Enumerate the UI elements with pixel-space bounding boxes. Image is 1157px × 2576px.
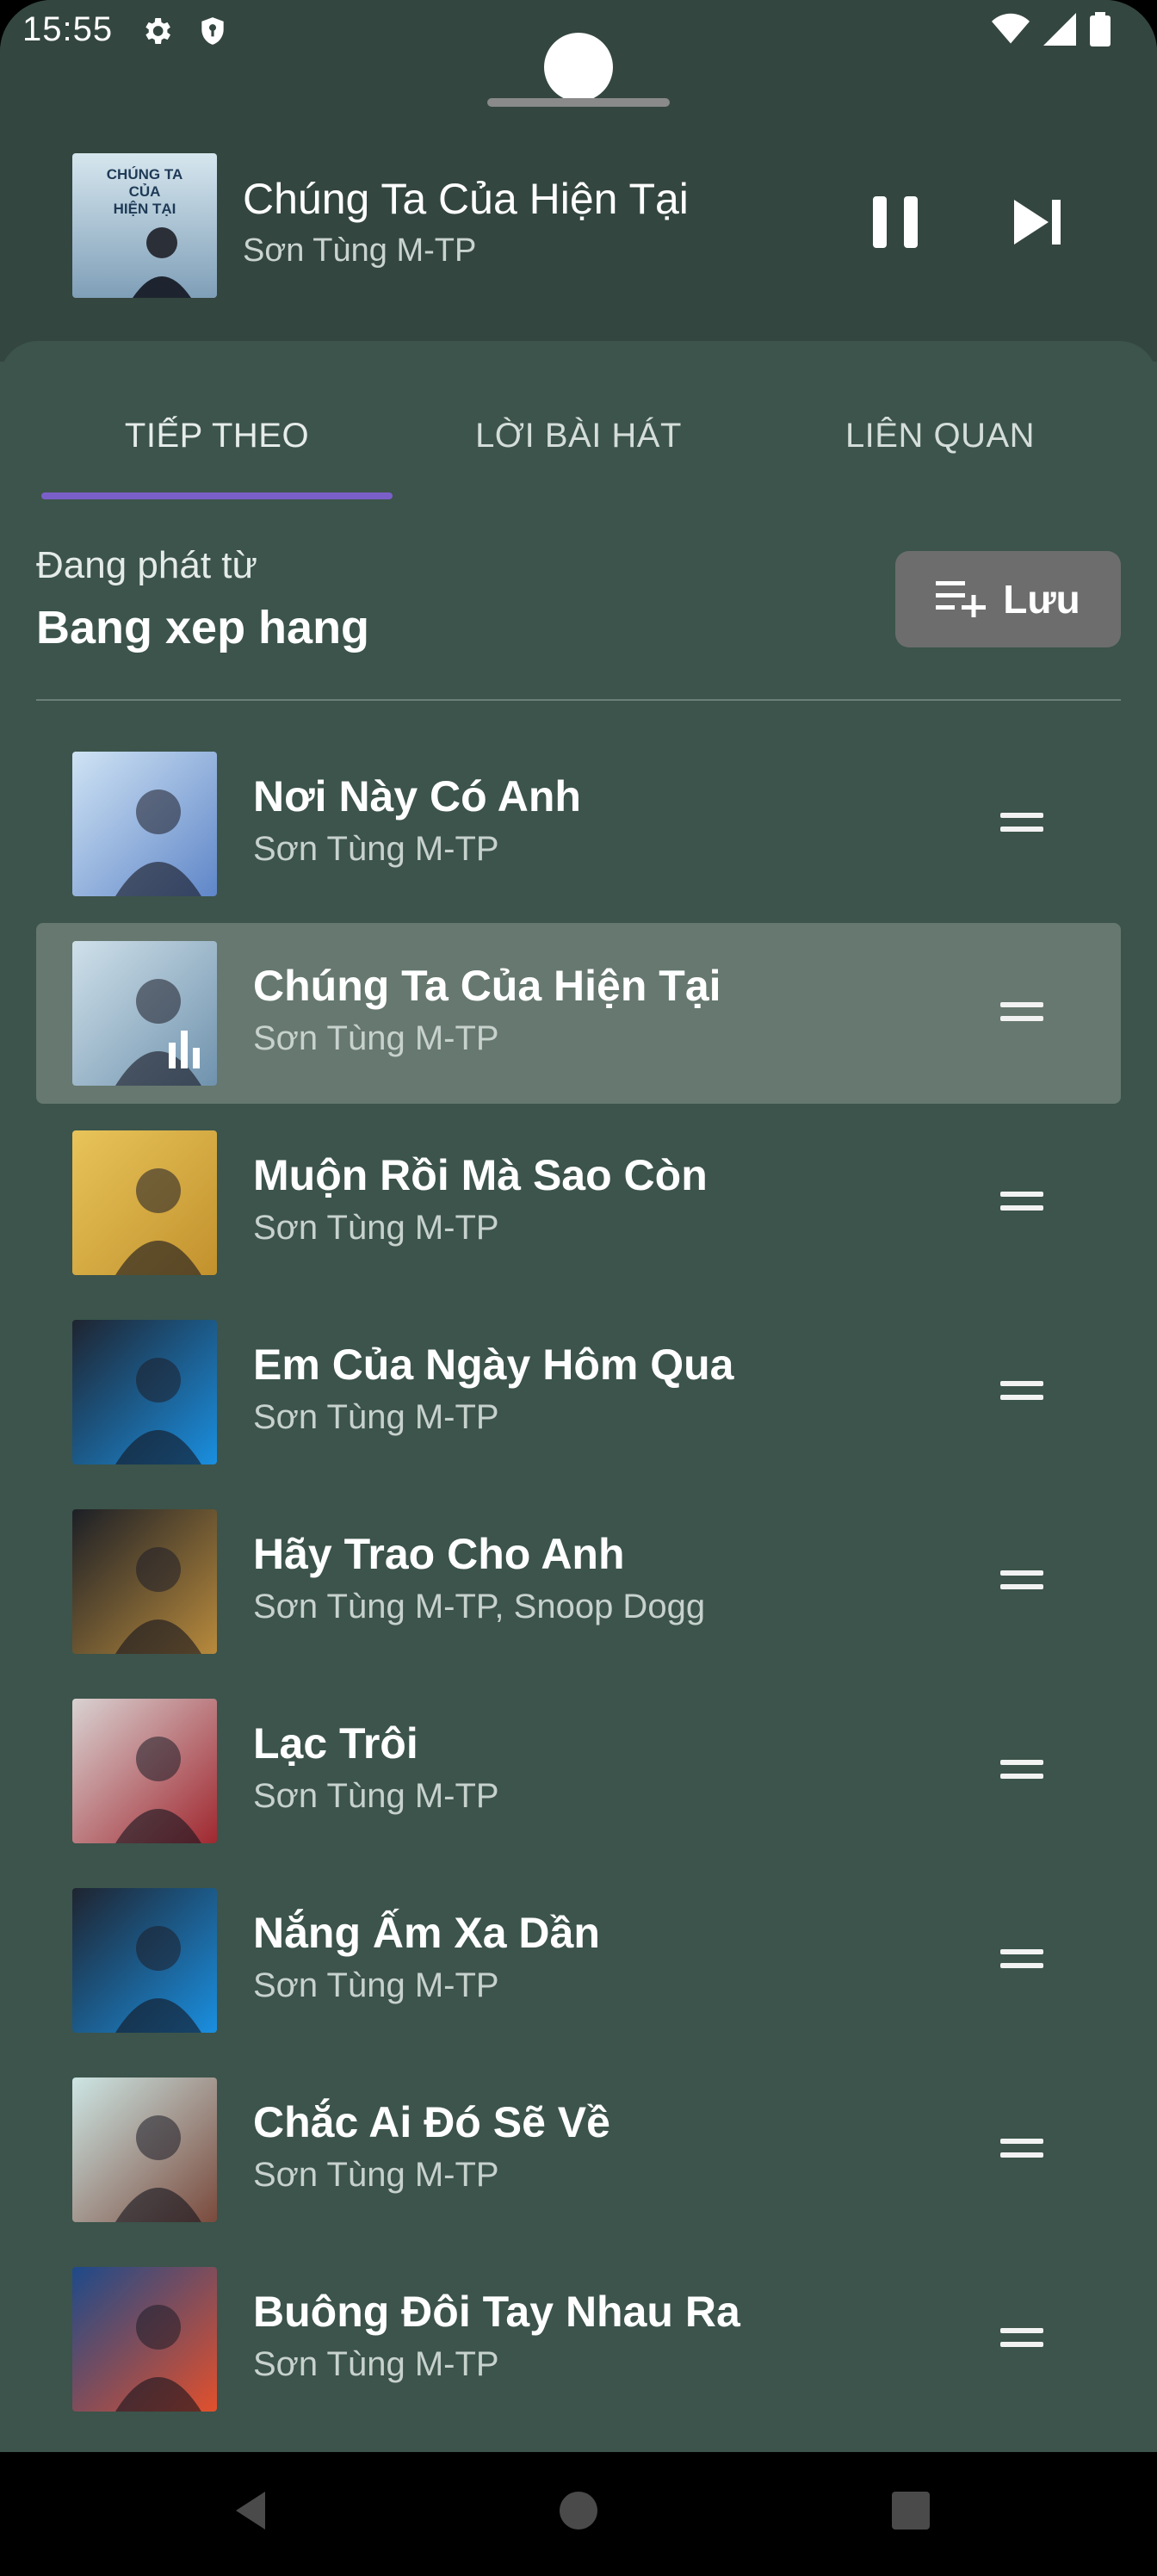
drag-handle-icon[interactable] [1000,1942,1049,1977]
album-art [72,1130,217,1275]
mini-player-title: Chúng Ta Của Hiện Tại [243,175,689,223]
song-title: Nắng Ấm Xa Dần [253,1909,600,1957]
save-label: Lưu [1003,577,1080,622]
drag-handle-icon[interactable] [1000,995,1049,1030]
tab-indicator [41,492,393,499]
song-artist: Sơn Tùng M-TP, Snoop Dogg [253,1588,706,1625]
tab-up-next-label: TIẾP THEO [124,417,310,455]
settings-icon [139,14,174,53]
queue-item[interactable]: Hãy Trao Cho Anh Sơn Tùng M-TP, Snoop Dog… [36,1491,1121,1672]
song-title: Lạc Trôi [253,1719,418,1768]
album-art [72,1888,217,2033]
screen: 15:55 CHÚNG TA CỦA HIỆN TẠI Chúng Ta Của… [0,0,1157,2576]
battery-icon [1090,12,1111,51]
drag-handle-icon[interactable] [1000,1374,1049,1409]
queue-item[interactable]: Muộn Rồi Mà Sao Còn Sơn Tùng M-TP [36,1112,1121,1293]
song-artist: Sơn Tùng M-TP [253,1966,499,2004]
home-icon [558,2490,599,2536]
drag-handle-icon[interactable] [1000,1564,1049,1598]
home-button[interactable] [544,2478,613,2547]
back-icon [231,2490,272,2536]
queue-item[interactable]: Nắng Ấm Xa Dần Sơn Tùng M-TP [36,1870,1121,2051]
svg-text:HIỆN TẠI: HIỆN TẠI [114,201,176,217]
tab-lyrics[interactable]: LỜI BÀI HÁT [398,393,759,479]
save-queue-button[interactable]: Lưu [895,551,1121,647]
song-artist: Sơn Tùng M-TP [253,1777,499,1815]
queue-item[interactable]: Buông Đôi Tay Nhau Ra Sơn Tùng M-TP [36,2249,1121,2430]
song-title: Hãy Trao Cho Anh [253,1530,625,1578]
drag-handle-icon[interactable] [1000,1753,1049,1787]
mini-player-artist: Sơn Tùng M-TP [243,232,477,269]
playlist-add-icon [936,578,987,622]
album-art [72,1509,217,1654]
status-time: 15:55 [22,10,114,48]
queue-item[interactable]: Nơi Này Có Anh Sơn Tùng M-TP [36,734,1121,914]
album-art [72,2267,217,2412]
album-art [72,2078,217,2222]
signal-icon [1043,12,1076,51]
back-button[interactable] [217,2478,286,2547]
svg-text:CỦA: CỦA [129,183,161,200]
album-art [72,752,217,896]
tab-up-next[interactable]: TIẾP THEO [36,393,398,479]
mini-player[interactable]: CHÚNG TA CỦA HIỆN TẠI Chúng Ta Của Hiện … [0,146,1157,310]
camera-cutout [544,33,613,102]
skip-next-button[interactable] [1004,189,1073,258]
song-title: Nơi Này Có Anh [253,772,581,820]
divider [36,699,1121,701]
song-artist: Sơn Tùng M-TP [253,2156,499,2194]
tab-related[interactable]: LIÊN QUAN [759,393,1121,479]
playing-from-label: Đang phát từ [36,544,257,586]
playlist-name[interactable]: Bang xep hang [36,601,369,654]
song-artist: Sơn Tùng M-TP [253,1398,499,1436]
mini-album-art: CHÚNG TA CỦA HIỆN TẠI [72,153,217,298]
wifi-icon [992,12,1030,51]
song-artist: Sơn Tùng M-TP [253,2345,499,2383]
navigation-bar [0,2452,1157,2576]
album-art [72,1699,217,1843]
song-title: Chắc Ai Đó Sẽ Về [253,2098,610,2146]
queue-item[interactable]: Em Của Ngày Hôm Qua Sơn Tùng M-TP [36,1302,1121,1483]
queue-item[interactable]: Chắc Ai Đó Sẽ Về Sơn Tùng M-TP [36,2059,1121,2240]
tab-bar: TIẾP THEO LỜI BÀI HÁT LIÊN QUAN [0,393,1157,479]
song-title: Em Của Ngày Hôm Qua [253,1341,734,1389]
drag-handle[interactable] [487,98,670,107]
tab-lyrics-label: LỜI BÀI HÁT [475,417,682,455]
album-art [72,1320,217,1464]
drag-handle-icon[interactable] [1000,2132,1049,2166]
queue-item[interactable]: Lạc Trôi Sơn Tùng M-TP [36,1681,1121,1861]
drag-handle-icon[interactable] [1000,806,1049,840]
queue-item[interactable]: Chúng Ta Của Hiện Tại Sơn Tùng M-TP [36,923,1121,1104]
pause-icon [869,195,921,254]
recents-icon [890,2490,931,2536]
song-artist: Sơn Tùng M-TP [253,1019,499,1057]
svg-text:CHÚNG TA: CHÚNG TA [107,166,183,183]
song-artist: Sơn Tùng M-TP [253,1209,499,1247]
song-artist: Sơn Tùng M-TP [253,830,499,868]
pause-button[interactable] [861,189,930,258]
album-art [72,941,217,1086]
song-title: Muộn Rồi Mà Sao Còn [253,1151,708,1199]
drag-handle-icon[interactable] [1000,2321,1049,2356]
tab-related-label: LIÊN QUAN [845,417,1036,455]
shield-icon [196,14,229,53]
skip-next-icon [1012,198,1064,251]
recents-button[interactable] [876,2478,945,2547]
song-title: Chúng Ta Của Hiện Tại [253,962,721,1010]
queue-sheet: TIẾP THEO LỜI BÀI HÁT LIÊN QUAN Đang phá… [0,341,1157,2576]
song-title: Buông Đôi Tay Nhau Ra [253,2288,740,2336]
drag-handle-icon[interactable] [1000,1185,1049,1219]
